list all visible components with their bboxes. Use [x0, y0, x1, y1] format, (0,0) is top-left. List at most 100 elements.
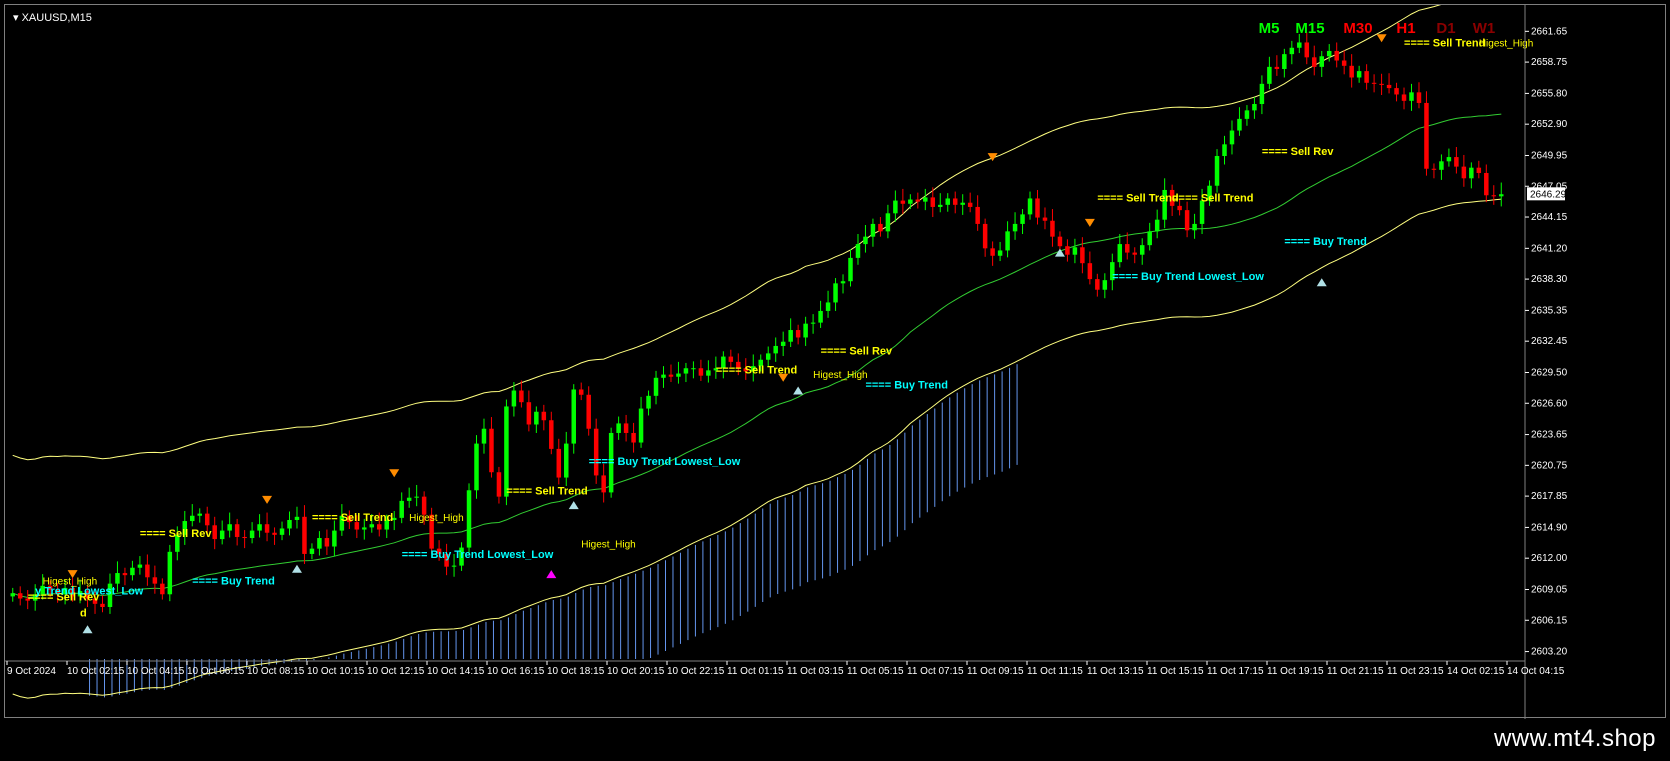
- time-tick-label: 11 Oct 03:15: [787, 666, 844, 677]
- candle-body: [661, 374, 666, 378]
- candle-body: [249, 530, 255, 539]
- candle-body: [302, 516, 307, 554]
- candle-body: [227, 524, 232, 531]
- candle-body: [204, 513, 210, 526]
- candle-body: [1259, 83, 1265, 105]
- arrow-up-icon: [291, 564, 302, 573]
- time-tick-label: 11 Oct 07:15: [907, 666, 964, 677]
- candle-body: [1379, 83, 1384, 85]
- candle-body: [1469, 167, 1474, 179]
- candle-body: [369, 524, 375, 528]
- candle-body: [982, 223, 988, 249]
- candle-body: [691, 368, 696, 370]
- upper-band: [12, 5, 1442, 461]
- time-tick-label: 10 Oct 08:15: [247, 666, 305, 677]
- time-tick-label: 11 Oct 21:15: [1327, 666, 1384, 677]
- candle-body: [377, 524, 382, 530]
- dropdown-triangle-icon[interactable]: ▾: [13, 12, 19, 24]
- time-tick-label: 11 Oct 13:15: [1087, 666, 1144, 677]
- candle-body: [795, 330, 801, 338]
- candle-body: [414, 496, 419, 498]
- candle-body: [287, 519, 292, 529]
- candlestick-chart[interactable]: Higest_High ==== Sell Rev d y Trend Lowest_…: [5, 5, 1667, 719]
- candle-body: [765, 353, 771, 360]
- price-axis: 2661.652658.752655.802652.902649.952647.…: [1524, 5, 1568, 719]
- candle-body: [975, 206, 980, 224]
- candle-body: [945, 198, 950, 205]
- time-tick-label: 9 Oct 2024: [7, 666, 56, 677]
- candle-body: [938, 204, 943, 207]
- candle-body: [541, 411, 547, 421]
- candle-body: [1491, 195, 1497, 197]
- candle-body: [1312, 57, 1317, 67]
- time-tick-label: 10 Oct 04:15: [127, 666, 185, 677]
- candle-body: [706, 370, 711, 376]
- candle-body: [197, 513, 202, 516]
- candle-body: [578, 389, 584, 395]
- candle-body: [122, 573, 128, 576]
- candle-body: [152, 577, 158, 584]
- candle-body: [1012, 223, 1018, 232]
- candle-body: [967, 202, 973, 207]
- candle-body: [810, 322, 816, 324]
- candle-body: [504, 406, 509, 497]
- candle-body: [1476, 167, 1482, 173]
- time-tick-label: 10 Oct 12:15: [367, 666, 425, 677]
- price-tick-label: 2652.90: [1531, 119, 1568, 130]
- candle-body: [773, 345, 778, 354]
- price-tick-label: 2655.80: [1531, 88, 1568, 99]
- arrow-down-icon: [389, 469, 400, 478]
- candle-body: [1349, 65, 1354, 78]
- candle-body: [257, 524, 262, 531]
- candle-body: [511, 390, 517, 407]
- candle-body: [601, 475, 606, 493]
- price-tick-label: 2649.95: [1531, 150, 1568, 161]
- candle-body: [100, 603, 105, 608]
- candle-body: [997, 250, 1003, 256]
- candle-body: [1229, 130, 1235, 145]
- candle-body: [930, 197, 936, 207]
- candle-body: [1267, 66, 1272, 84]
- candle-body: [653, 377, 659, 396]
- candle-body: [668, 374, 674, 377]
- candle-body: [1319, 56, 1324, 67]
- timeframe-d1: D1: [1436, 20, 1455, 37]
- candle-body: [1154, 219, 1160, 232]
- candle-body: [324, 538, 330, 547]
- signal-label: ==== Buy Trend: [1284, 236, 1367, 248]
- candle-body: [1297, 42, 1302, 48]
- candle-body: [421, 496, 427, 515]
- candle-body: [1020, 214, 1025, 224]
- arrow-down-icon: [778, 373, 789, 382]
- candle-body: [272, 532, 277, 535]
- candle-body: [1371, 82, 1377, 84]
- signal-label: ==== Buy Trend: [865, 379, 948, 391]
- candle-body: [137, 564, 143, 568]
- candle-body: [908, 199, 913, 204]
- candle-body: [451, 565, 457, 567]
- candle-body: [1042, 217, 1048, 221]
- candle-body: [219, 530, 225, 540]
- price-tick-label: 2606.15: [1531, 615, 1568, 626]
- candle-body: [855, 244, 861, 258]
- candle-body: [1364, 71, 1369, 83]
- candle-body: [1326, 50, 1332, 57]
- candle-body: [1431, 168, 1437, 170]
- candle-body: [586, 394, 591, 429]
- time-tick-label: 11 Oct 11:15: [1027, 666, 1083, 677]
- time-tick-label: 11 Oct 09:15: [967, 666, 1024, 677]
- candle-body: [534, 411, 539, 425]
- candle-body: [840, 281, 846, 284]
- candle-body: [1409, 92, 1414, 101]
- time-tick-label: 11 Oct 17:15: [1207, 666, 1264, 677]
- arrow-up-icon: [793, 386, 804, 395]
- candle-body: [1446, 157, 1452, 162]
- candle-body: [960, 202, 965, 205]
- symbol-title: ▾ XAUUSD,M15: [13, 11, 92, 24]
- chart-window[interactable]: Higest_High ==== Sell Rev d y Trend Lowest_…: [4, 4, 1667, 719]
- symbol-label: XAUUSD,M15: [21, 12, 92, 24]
- candle-body: [885, 213, 891, 232]
- time-tick-label: 10 Oct 02:15: [67, 666, 125, 677]
- time-tick-label: 14 Oct 02:15: [1447, 666, 1505, 677]
- candle-body: [1499, 194, 1504, 197]
